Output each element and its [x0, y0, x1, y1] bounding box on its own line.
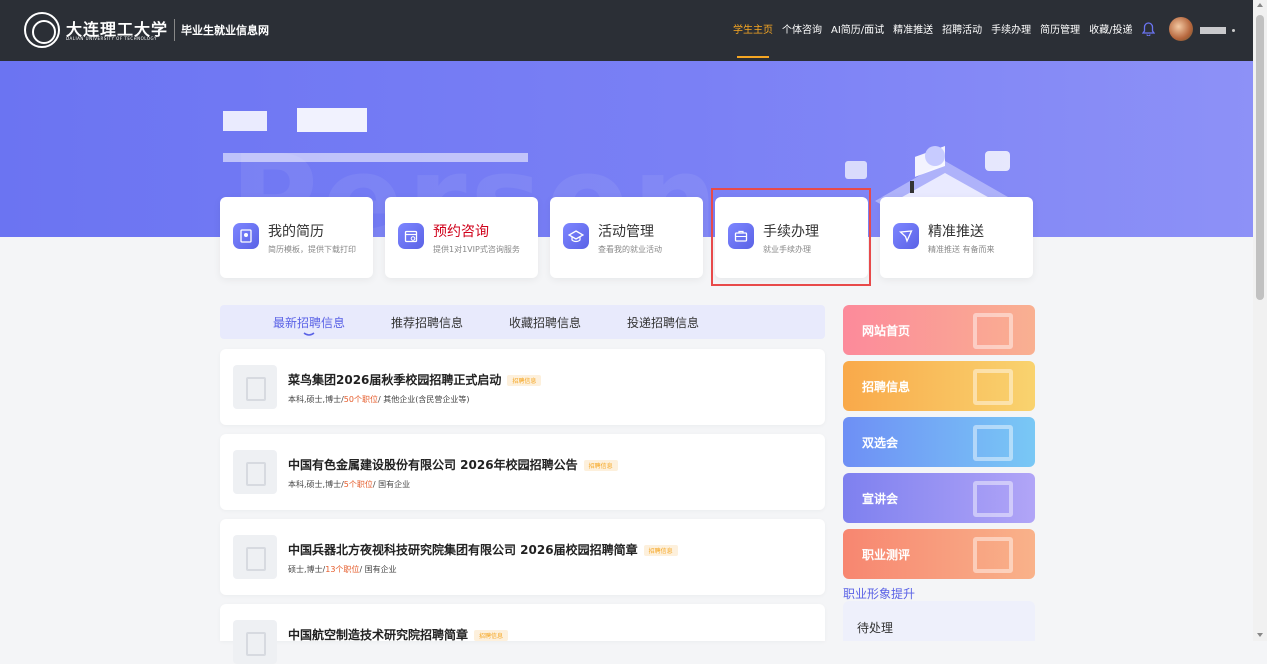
- job-title: 中国有色金属建设股份有限公司 2026年校园招聘公告 招聘信息: [288, 456, 618, 473]
- calendar-icon: [398, 223, 424, 249]
- side-link-home[interactable]: 网站首页: [843, 305, 1035, 355]
- side-link-label: 网站首页: [862, 324, 911, 338]
- nav-precise-push[interactable]: 精准推送: [893, 0, 933, 61]
- job-tag: 招聘信息: [474, 630, 509, 641]
- nav-student-home[interactable]: 学生主页: [733, 0, 773, 61]
- logo-english-name: DALIAN UNIVERSITY OF TECHNOLOGY: [66, 36, 157, 41]
- side-link-label: 职业测评: [862, 548, 911, 562]
- resume-icon: [233, 223, 259, 249]
- company-logo-placeholder: [233, 365, 277, 409]
- username-redacted[interactable]: [1200, 27, 1226, 34]
- side-link-jobs[interactable]: 招聘信息: [843, 361, 1035, 411]
- tab-latest-jobs[interactable]: 最新招聘信息: [273, 314, 345, 331]
- job-count: 5个职位: [343, 480, 373, 489]
- avatar[interactable]: [1169, 17, 1193, 41]
- job-card[interactable]: 中国航空制造技术研究院招聘简章 招聘信息: [220, 604, 825, 664]
- graduation-icon: [563, 223, 589, 249]
- career-image-link[interactable]: 职业形象提升: [843, 585, 915, 602]
- main-nav: 学生主页 个体咨询 AI简历/面试 精准推送 招聘活动 手续办理 简历管理 收藏…: [733, 0, 1142, 61]
- job-degree: 硕士,博士/: [288, 565, 326, 574]
- user-menu-dot[interactable]: [1232, 29, 1235, 32]
- job-degree: 本科,硕士,博士/: [288, 480, 344, 489]
- job-meta: 本科,硕士,博士/50个职位/ 其他企业(含民营企业等): [288, 394, 469, 405]
- redacted-name-block: [223, 111, 267, 131]
- job-org: / 其他企业(含民营企业等): [377, 395, 470, 404]
- nav-favorites[interactable]: 收藏/投递: [1089, 0, 1132, 61]
- message-icon: [973, 481, 1013, 517]
- card-title: 我的简历: [268, 224, 324, 240]
- scroll-down-icon[interactable]: [1257, 633, 1263, 637]
- building-icon: [973, 313, 1013, 349]
- job-card[interactable]: 菜鸟集团2026届秋季校园招聘正式启动 招聘信息 本科,硕士,博士/50个职位/ …: [220, 349, 825, 425]
- todo-label: 待处理: [857, 621, 894, 635]
- card-subtitle: 提供1对1VIP式咨询服务: [433, 245, 520, 254]
- redacted-info-line: [223, 153, 528, 162]
- nav-consult[interactable]: 个体咨询: [782, 0, 822, 61]
- side-link-label: 招聘信息: [862, 380, 911, 394]
- card-book-consult[interactable]: 预约咨询 提供1对1VIP式咨询服务: [385, 197, 538, 278]
- chat-icon: [973, 425, 1013, 461]
- tab-saved-jobs[interactable]: 收藏招聘信息: [509, 314, 581, 331]
- nav-recruit-events[interactable]: 招聘活动: [942, 0, 982, 61]
- card-title: 预约咨询: [433, 224, 489, 240]
- nav-ai-resume[interactable]: AI简历/面试: [831, 0, 884, 61]
- card-subtitle: 简历模板，提供下载打印: [268, 245, 356, 254]
- job-title: 菜鸟集团2026届秋季校园招聘正式启动 招聘信息: [288, 371, 542, 388]
- highlight-box: [711, 188, 871, 286]
- card-title: 活动管理: [598, 224, 654, 240]
- job-count: 50个职位: [343, 395, 378, 404]
- job-title-text: 中国航空制造技术研究院招聘简章: [288, 628, 469, 642]
- nav-procedures[interactable]: 手续办理: [991, 0, 1031, 61]
- site-name: 毕业生就业信息网: [181, 24, 270, 37]
- card-subtitle: 查看我的就业活动: [598, 245, 662, 254]
- side-link-label: 宣讲会: [862, 492, 899, 506]
- document-icon: [973, 369, 1013, 405]
- job-tag: 招聘信息: [643, 545, 678, 556]
- job-tag: 招聘信息: [583, 460, 618, 471]
- job-title-text: 菜鸟集团2026届秋季校园招聘正式启动: [288, 373, 502, 387]
- side-link-career-test[interactable]: 职业测评: [843, 529, 1035, 579]
- company-logo-placeholder: [233, 535, 277, 579]
- job-title-text: 中国有色金属建设股份有限公司 2026年校园招聘公告: [288, 458, 578, 472]
- job-tag: 招聘信息: [507, 375, 542, 386]
- bell-icon[interactable]: [1142, 22, 1155, 36]
- redacted-name-block: [297, 108, 367, 132]
- card-my-resume[interactable]: 我的简历 简历模板，提供下载打印: [220, 197, 373, 278]
- tab-underline-icon: [303, 332, 315, 336]
- job-title: 中国兵器北方夜视科技研究院集团有限公司 2026届校园招聘简章 招聘信息: [288, 541, 678, 558]
- top-navbar: 大连理工大学 毕业生就业信息网 DALIAN UNIVERSITY OF TEC…: [0, 0, 1253, 61]
- card-subtitle: 精准推送 有备而来: [928, 245, 995, 254]
- university-seal-icon: [24, 12, 60, 48]
- send-icon: [893, 223, 919, 249]
- job-org: / 国有企业: [359, 565, 397, 574]
- todo-panel: 待处理: [843, 601, 1035, 641]
- nav-resume-manage[interactable]: 简历管理: [1040, 0, 1080, 61]
- tab-recommended-jobs[interactable]: 推荐招聘信息: [391, 314, 463, 331]
- side-link-label: 双选会: [862, 436, 899, 450]
- tab-applied-jobs[interactable]: 投递招聘信息: [627, 314, 699, 331]
- side-link-seminar[interactable]: 宣讲会: [843, 473, 1035, 523]
- card-activity-manage[interactable]: 活动管理 查看我的就业活动: [550, 197, 703, 278]
- side-link-job-fair[interactable]: 双选会: [843, 417, 1035, 467]
- job-org: / 国有企业: [372, 480, 411, 489]
- card-precise-push[interactable]: 精准推送 精准推送 有备而来: [880, 197, 1033, 278]
- job-card[interactable]: 中国兵器北方夜视科技研究院集团有限公司 2026届校园招聘简章 招聘信息 硕士,博…: [220, 519, 825, 595]
- scroll-up-icon[interactable]: [1257, 3, 1263, 7]
- job-degree: 本科,硕士,博士/: [288, 395, 344, 404]
- job-card[interactable]: 中国有色金属建设股份有限公司 2026年校园招聘公告 招聘信息 本科,硕士,博士/…: [220, 434, 825, 510]
- company-logo-placeholder: [233, 450, 277, 494]
- job-title-text: 中国兵器北方夜视科技研究院集团有限公司 2026届校园招聘简章: [288, 543, 638, 557]
- card-title: 精准推送: [928, 224, 984, 240]
- job-meta: 硕士,博士/13个职位/ 国有企业: [288, 564, 397, 575]
- scroll-thumb[interactable]: [1256, 15, 1264, 300]
- university-logo[interactable]: 大连理工大学 毕业生就业信息网 DALIAN UNIVERSITY OF TEC…: [24, 12, 269, 48]
- quick-cards: 我的简历 简历模板，提供下载打印 预约咨询 提供1对1VIP式咨询服务 活动管理…: [220, 197, 1033, 278]
- building-icon: [973, 537, 1013, 573]
- job-count: 13个职位: [325, 565, 360, 574]
- job-title: 中国航空制造技术研究院招聘简章 招聘信息: [288, 626, 509, 643]
- page-scrollbar[interactable]: [1253, 0, 1267, 641]
- job-meta: 本科,硕士,博士/5个职位/ 国有企业: [288, 479, 410, 490]
- company-logo-placeholder: [233, 620, 277, 664]
